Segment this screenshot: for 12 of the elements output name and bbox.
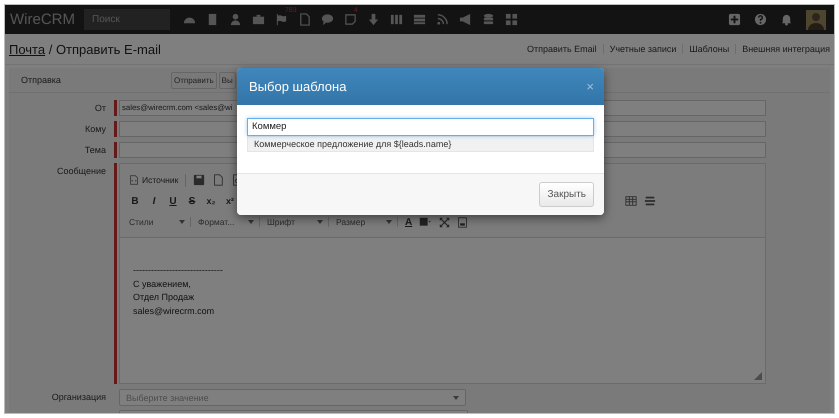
field-label: Организация [50, 391, 107, 404]
modal-title: Выбор шаблона [249, 79, 346, 94]
section-label: Отправка [21, 75, 62, 85]
page-title: Почта / Отправить E-mail [9, 42, 161, 56]
message-line: sales@wirecrm.com [133, 304, 216, 318]
field-label: От [94, 102, 107, 115]
message-line: С уважением, [133, 278, 192, 291]
field-label: Тема [84, 144, 107, 157]
message-line: Отдел Продаж [133, 291, 196, 304]
message-line: ------------------------------ [133, 264, 224, 277]
field-label: Кому [84, 123, 107, 136]
field-label: Сообщение [56, 165, 107, 178]
